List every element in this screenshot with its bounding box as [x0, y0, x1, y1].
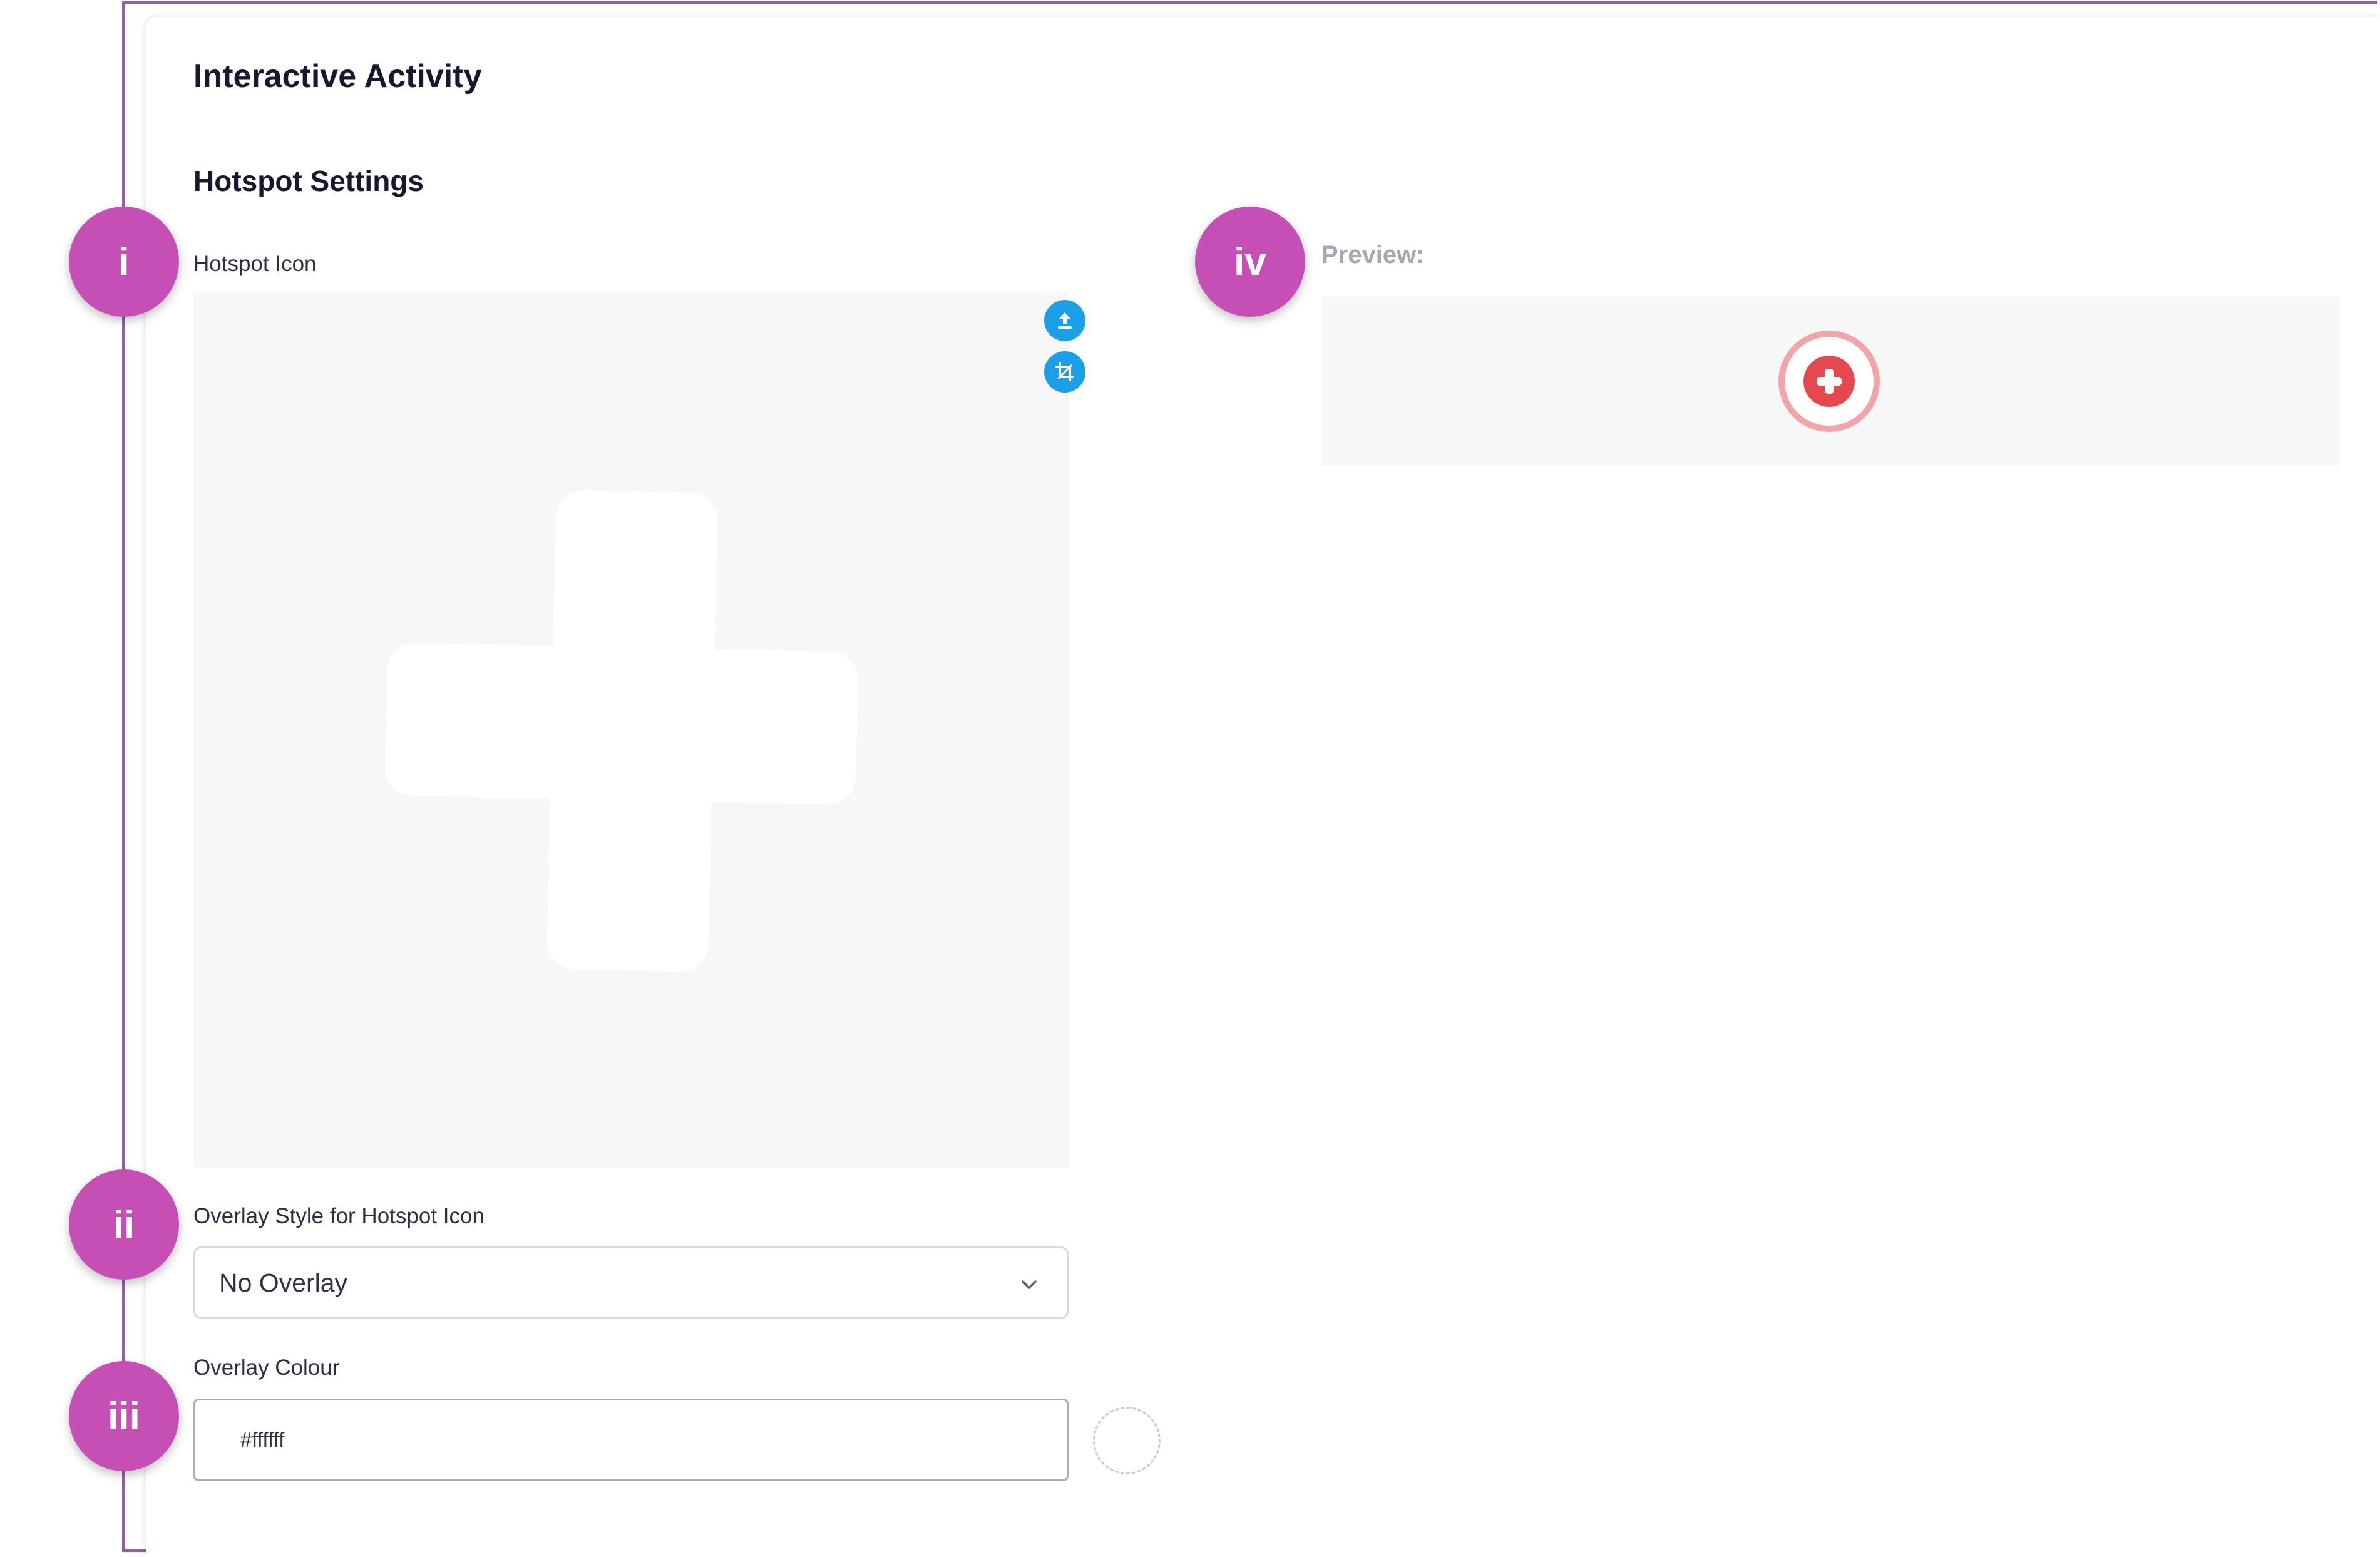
- annotation-badge-iii: iii: [69, 1361, 179, 1471]
- preview-label: Preview:: [1321, 241, 1425, 269]
- hotspot-preview-icon: [1778, 331, 1880, 432]
- overlay-style-label: Overlay Style for Hotspot Icon: [193, 1204, 485, 1228]
- overlay-colour-value: #ffffff: [240, 1428, 285, 1451]
- annotation-badge-ii: ii: [69, 1169, 179, 1280]
- crop-button[interactable]: [1044, 351, 1085, 393]
- crop-icon: [1055, 362, 1074, 381]
- annotation-badge-i: i: [69, 207, 179, 317]
- upload-icon: [1058, 312, 1072, 329]
- hotspot-icon-label: Hotspot Icon: [193, 252, 317, 276]
- section-title: Hotspot Settings: [193, 165, 424, 197]
- annotation-badge-iv: iv: [1195, 207, 1305, 317]
- plus-placeholder-icon-bar: [384, 642, 859, 805]
- chevron-down-icon: [1022, 1280, 1037, 1289]
- overlay-colour-label: Overlay Colour: [193, 1355, 340, 1380]
- overlay-style-select[interactable]: No Overlay: [193, 1246, 1069, 1319]
- overlay-colour-input[interactable]: #ffffff: [193, 1399, 1069, 1481]
- page-title: Interactive Activity: [193, 58, 482, 95]
- colour-swatch[interactable]: [1093, 1407, 1161, 1474]
- overlay-style-value: No Overlay: [219, 1268, 348, 1297]
- upload-button[interactable]: [1044, 300, 1085, 341]
